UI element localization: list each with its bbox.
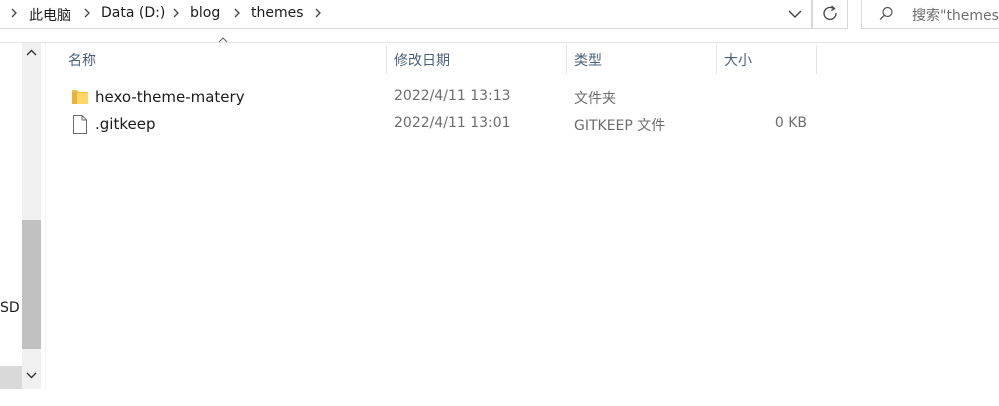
chevron-right-icon[interactable]	[313, 6, 323, 20]
file-modified-date: 2022/4/11 13:13	[394, 88, 511, 104]
chevron-up-icon[interactable]	[26, 48, 37, 58]
file-row[interactable]: .gitkeep 2022/4/11 13:01 GITKEEP 文件 0 KB	[63, 112, 817, 137]
column-header-name-label: 名称	[68, 53, 96, 69]
breadcrumb-this-pc[interactable]: 此电脑	[29, 5, 71, 25]
file-type: GITKEEP 文件	[574, 118, 666, 134]
file-name[interactable]: .gitkeep	[95, 115, 155, 133]
file-icon	[73, 115, 87, 134]
column-header-type[interactable]: 类型	[567, 45, 717, 74]
search-icon	[879, 6, 893, 21]
breadcrumb-themes[interactable]: themes	[251, 5, 304, 21]
chevron-right-icon[interactable]	[232, 6, 242, 20]
pane-divider	[45, 43, 46, 389]
breadcrumb-blog[interactable]: blog	[190, 5, 220, 21]
breadcrumb-data-drive[interactable]: Data (D:)	[101, 5, 165, 21]
status-bar-area	[0, 389, 999, 406]
file-size: 0 KB	[774, 115, 807, 131]
file-type: 文件夹	[574, 91, 616, 107]
chevron-down-icon[interactable]	[780, 0, 810, 28]
scrollbar-thumb[interactable]	[22, 220, 41, 349]
chevron-right-icon[interactable]	[82, 6, 92, 20]
refresh-icon	[823, 5, 837, 21]
column-header-size-label: 大小	[724, 53, 752, 69]
navigation-pane	[0, 43, 22, 395]
chevron-down-icon[interactable]	[26, 370, 37, 380]
sort-ascending-icon	[218, 37, 228, 43]
file-row[interactable]: hexo-theme-matery 2022/4/11 13:13 文件夹	[63, 85, 817, 110]
file-modified-date: 2022/4/11 13:01	[394, 115, 511, 131]
refresh-button[interactable]	[812, 0, 848, 29]
column-header-date[interactable]: 修改日期	[387, 45, 567, 74]
chevron-right-icon[interactable]	[171, 6, 181, 20]
file-name[interactable]: hexo-theme-matery	[95, 88, 245, 106]
toolbar-divider	[0, 42, 999, 43]
search-box[interactable]: 搜索"themes"	[861, 0, 999, 29]
nav-scrollbar[interactable]	[22, 43, 41, 389]
address-bar[interactable]: 此电脑 Data (D:) blog themes	[0, 0, 812, 29]
column-header-size[interactable]: 大小	[717, 45, 817, 74]
search-input[interactable]: 搜索"themes"	[912, 5, 999, 25]
column-header-name[interactable]: 名称	[60, 45, 387, 74]
folder-icon	[72, 90, 88, 104]
column-resize-handle[interactable]	[816, 45, 817, 74]
column-header-type-label: 类型	[574, 53, 602, 69]
chevron-right-icon[interactable]	[9, 6, 19, 20]
column-header-date-label: 修改日期	[394, 53, 450, 69]
